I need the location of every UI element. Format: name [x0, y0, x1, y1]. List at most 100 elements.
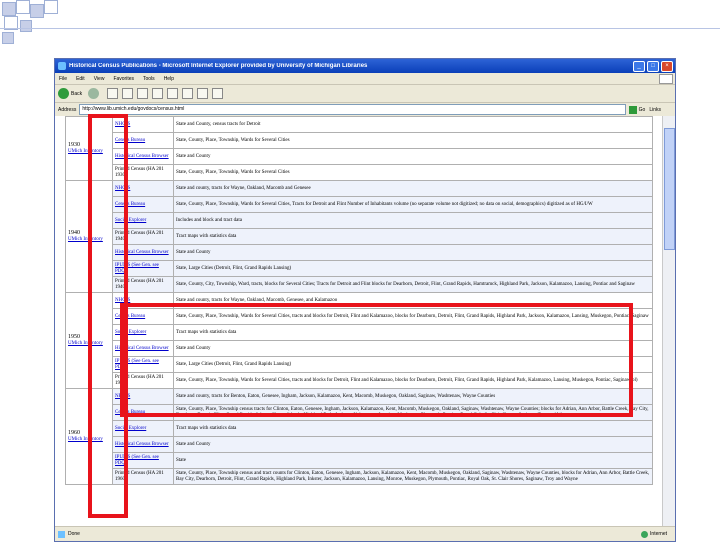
source-link[interactable]: Census Bureau [115, 410, 145, 415]
umich-inventory-link[interactable]: UMich Inventory [68, 149, 103, 154]
forward-button[interactable] [88, 88, 101, 99]
coverage-description: State and county, tracts for Wayne, Oakl… [173, 292, 653, 309]
go-button[interactable]: Go [628, 105, 645, 114]
source-link[interactable]: Social Explorer [115, 426, 146, 431]
source-link[interactable]: Historical Census Browser [115, 154, 169, 159]
coverage-description: State, Large Cities (Detroit, Flint, Gra… [173, 260, 653, 277]
source-cell: NHGIS [112, 116, 174, 133]
source-cell: Census Bureau [112, 308, 174, 325]
security-zone: Internet [641, 530, 667, 538]
umich-inventory-link[interactable]: UMich Inventory [68, 341, 103, 346]
source-cell: Printed Census (HA 201 1940) [112, 276, 174, 293]
coverage-description: State, County, Place, Township, Wards fo… [173, 372, 653, 389]
internet-globe-icon [641, 530, 649, 538]
menu-favorites[interactable]: Favorites [113, 76, 134, 82]
address-bar: Address http://www.lib.umich.edu/govdocs… [55, 103, 675, 117]
home-icon[interactable] [137, 88, 149, 99]
title-bar: Historical Census Publications - Microso… [55, 59, 675, 73]
source-link[interactable]: Social Explorer [115, 330, 146, 335]
history-icon[interactable] [182, 88, 194, 99]
search-icon[interactable] [152, 88, 164, 99]
source-link[interactable]: Historical Census Browser [115, 442, 169, 447]
year-cell: 1950 UMich Inventory [65, 292, 113, 389]
print-icon[interactable] [212, 88, 224, 99]
menu-bar: File Edit View Favorites Tools Help [55, 73, 675, 85]
source-cell: NHGIS [112, 180, 174, 197]
table-row: Census Bureau State, County, Place, Towns… [66, 132, 653, 149]
source-link[interactable]: IPUMS (See Gen. see PDQ) [115, 455, 159, 466]
menu-view[interactable]: View [94, 76, 105, 82]
page-viewport: 1930 UMich Inventory NHGIS State and County… [55, 116, 675, 527]
source-link[interactable]: Census Bureau [115, 202, 145, 207]
close-button[interactable]: × [661, 60, 673, 72]
coverage-description: State and County [173, 148, 653, 165]
source-link[interactable]: Historical Census Browser [115, 250, 169, 255]
menu-file[interactable]: File [59, 76, 67, 82]
mail-icon[interactable] [197, 88, 209, 99]
umich-inventory-link[interactable]: UMich Inventory [68, 237, 103, 242]
coverage-description: Tract maps with statistics data [173, 228, 653, 245]
table-row: Historical Census Browser State and Count… [66, 340, 653, 357]
ie-icon [58, 62, 66, 70]
source-link[interactable]: NHGIS [115, 298, 130, 303]
table-row: IPUMS (See Gen. see PDQ) State, Large Cit… [66, 260, 653, 277]
source-link[interactable]: NHGIS [115, 186, 130, 191]
source-cell: IPUMS (See Gen. see PDQ) [112, 260, 174, 277]
coverage-description: State, Large Cities (Detroit, Flint, Gra… [173, 356, 653, 373]
source-cell: Census Bureau [112, 404, 174, 421]
umich-inventory-link[interactable]: UMich Inventory [68, 437, 103, 442]
source-link[interactable]: Historical Census Browser [115, 346, 169, 351]
status-bar: Done Internet [55, 526, 675, 541]
menu-edit[interactable]: Edit [76, 76, 85, 82]
year-cell: 1930 UMich Inventory [65, 116, 113, 181]
source-cell: Census Bureau [112, 132, 174, 149]
coverage-description: State, County, Place, Township, Wards fo… [173, 164, 653, 181]
go-arrow-icon [628, 105, 637, 114]
table-row: 1940 UMich Inventory NHGIS State and county… [65, 180, 653, 293]
scrollbar-thumb[interactable] [664, 128, 675, 250]
source-link[interactable]: Census Bureau [115, 138, 145, 143]
coverage-description: State and County [173, 340, 653, 357]
source-cell: Printed Census (HA 201 1930) [112, 164, 174, 181]
minimize-button[interactable]: _ [633, 60, 645, 72]
favorites-icon[interactable] [167, 88, 179, 99]
table-row: Printed Census (HA 201 1960) State, Count… [66, 468, 653, 485]
coverage-description: State and County, census tracts for Detr… [173, 116, 653, 133]
coverage-description: Tract maps with statistics data [173, 324, 653, 341]
source-link[interactable]: Census Bureau [115, 314, 145, 319]
source-link[interactable]: IPUMS (See Gen. see PDQ) [115, 359, 159, 370]
links-label[interactable]: Links [649, 107, 661, 113]
source-label: Printed Census (HA 201 1960) [115, 470, 164, 482]
coverage-description: State and County [173, 244, 653, 261]
vertical-scrollbar[interactable] [662, 116, 675, 527]
table-row: IPUMS (See Gen. see PDQ) State, Large Cit… [66, 356, 653, 373]
page-content: 1930 UMich Inventory NHGIS State and County… [65, 116, 653, 527]
menu-help[interactable]: Help [164, 76, 174, 82]
source-cell: Historical Census Browser [112, 244, 174, 261]
menu-tools[interactable]: Tools [143, 76, 155, 82]
source-link[interactable]: NHGIS [115, 122, 130, 127]
source-link[interactable]: Social Explorer [115, 218, 146, 223]
coverage-description: State, County, Place, Township census an… [173, 468, 653, 485]
stop-icon[interactable] [107, 88, 119, 99]
table-row: Historical Census Browser State and Count… [66, 244, 653, 261]
coverage-description: State, County, City, Township, Ward, tra… [173, 276, 653, 293]
table-row: Social Explorer Tract maps with statistic… [66, 324, 653, 341]
source-cell: Historical Census Browser [112, 340, 174, 357]
back-button[interactable]: Back [58, 88, 82, 99]
refresh-icon[interactable] [122, 88, 134, 99]
forward-arrow-icon [88, 88, 100, 99]
census-table: 1930 UMich Inventory NHGIS State and County… [65, 116, 653, 485]
source-link[interactable]: NHGIS [115, 394, 130, 399]
coverage-description: State, County, Place, Township, Wards fo… [173, 196, 653, 213]
address-input[interactable]: http://www.lib.umich.edu/govdocs/census.… [79, 104, 626, 115]
window-title: Historical Census Publications - Microso… [69, 63, 368, 69]
source-link[interactable]: IPUMS (See Gen. see PDQ) [115, 263, 159, 274]
table-row: 1930 UMich Inventory NHGIS State and County… [65, 116, 653, 181]
coverage-description: State, County, Place, Township, Wards fo… [173, 308, 653, 325]
browser-window: Historical Census Publications - Microso… [54, 58, 676, 542]
coverage-description: State, County, Place, Township, Wards fo… [173, 132, 653, 149]
source-label: Printed Census (HA 201 1940) [115, 230, 164, 242]
maximize-button[interactable]: □ [647, 60, 659, 72]
source-label: Printed Census (HA 201 1950) [115, 374, 164, 386]
